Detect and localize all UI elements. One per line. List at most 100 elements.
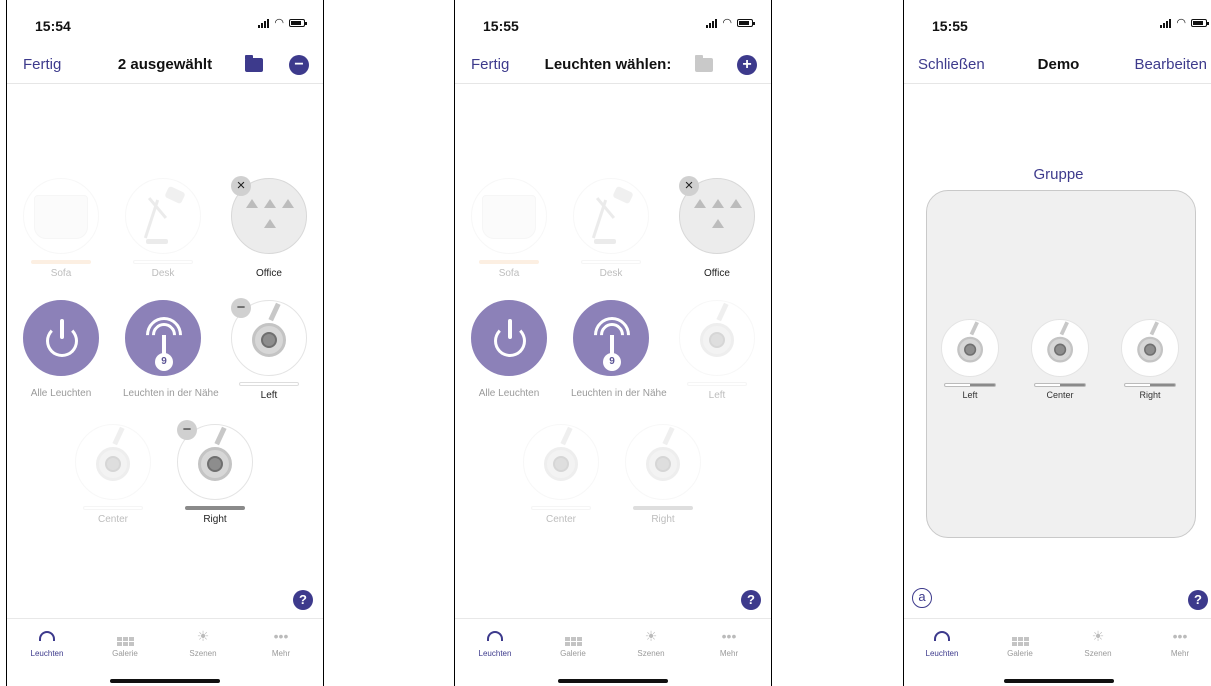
light-tile-right[interactable]: Right [623,424,703,525]
sun-icon: ☀ [1091,628,1105,644]
spotlight-icon [75,424,151,500]
tile-nearby-lights[interactable]: 9 Leuchten in der Nähe [571,300,667,399]
light-label: Left [962,390,978,400]
brightness-bar [687,382,747,386]
page-title: Leuchten wählen: [544,56,672,73]
minus-icon[interactable]: − [177,420,197,440]
light-tile-center[interactable]: Center [73,424,153,525]
light-label: Office [256,268,282,279]
grid-icon [1011,637,1029,646]
light-tile-right[interactable]: − Right [175,420,255,525]
light-tile-office[interactable]: × Office [677,176,757,279]
close-icon[interactable]: × [679,176,699,196]
tab-szenen[interactable]: ☀ Szenen [173,627,233,658]
tab-label: Leuchten [478,649,512,658]
page-title: 2 ausgewählt [117,56,213,73]
edit-button[interactable]: Bearbeiten [1134,56,1207,73]
group-light-right[interactable]: Right [1119,319,1181,400]
tab-szenen[interactable]: ☀ Szenen [621,627,681,658]
light-tile-desk[interactable]: Desk [571,178,651,279]
screen-choose-lights: 15:55 ◠ Fertig Leuchten wählen: + Sofa D… [454,0,772,686]
tab-leuchten[interactable]: Leuchten [17,627,77,658]
battery-icon [737,19,755,27]
folder-icon[interactable] [695,55,713,72]
light-tile-desk[interactable]: Desk [123,178,203,279]
home-indicator [1003,679,1114,683]
status-time: 15:55 [932,18,968,34]
tab-bar: Leuchten Galerie ☀ Szenen ••• Mehr [7,618,323,686]
brightness-bar [83,506,143,510]
folder-icon[interactable] [245,55,263,72]
tab-label: Galerie [560,649,586,658]
screen-group-demo: 15:55 ◠ Schließen Demo Bearbeiten Gruppe… [903,0,1211,686]
light-label: Center [97,514,128,525]
tab-mehr[interactable]: ••• Mehr [1150,627,1210,658]
signal-icon [258,18,270,28]
light-tile-office[interactable]: × Office [229,176,309,279]
tab-label: Leuchten [925,649,959,658]
light-label: Right [651,514,675,525]
tab-szenen[interactable]: ☀ Szenen [1068,627,1128,658]
tab-galerie[interactable]: Galerie [543,627,603,658]
tab-label: Szenen [1084,649,1112,658]
light-label: Desk [151,268,175,279]
tile-all-lights[interactable]: Alle Leuchten [21,300,101,399]
light-label: Desk [599,268,623,279]
tab-leuchten[interactable]: Leuchten [465,627,525,658]
spotlight-icon [1031,319,1089,377]
light-tile-left[interactable]: − Left [229,298,309,401]
tile-label: Alle Leuchten [30,388,92,399]
tab-label: Mehr [719,649,739,658]
tab-label: Mehr [271,649,291,658]
power-icon [23,300,99,376]
close-icon[interactable]: × [231,176,251,196]
tab-label: Szenen [637,649,665,658]
battery-icon [289,19,307,27]
tab-mehr[interactable]: ••• Mehr [251,627,311,658]
tab-label: Leuchten [30,649,64,658]
add-button[interactable]: + [737,55,757,75]
brightness-bar [479,260,539,264]
tile-label: Leuchten in der Nähe [571,388,667,399]
light-tile-left[interactable]: Left [677,300,757,401]
desk-lamp-icon [573,178,649,254]
group-light-center[interactable]: Center [1029,319,1091,400]
battery-icon [1191,19,1209,27]
tile-nearby-lights[interactable]: 9 Leuchten in der Nähe [123,300,219,399]
minus-icon[interactable]: − [231,298,251,318]
help-button[interactable]: ? [1188,590,1208,610]
home-indicator [558,679,668,683]
brightness-bar [185,506,245,510]
tab-label: Galerie [1007,649,1033,658]
signal-icon [706,18,718,28]
brightness-bar [1034,383,1086,387]
system-icons: ◠ [1160,18,1209,29]
tab-galerie[interactable]: Galerie [95,627,155,658]
remove-button[interactable]: − [289,55,309,75]
light-tile-center[interactable]: Center [521,424,601,525]
help-button[interactable]: ? [741,590,761,610]
help-button[interactable]: ? [293,590,313,610]
desk-lamp-icon [125,178,201,254]
nav-bar: Fertig 2 ausgewählt − [7,44,323,84]
light-tile-sofa[interactable]: Sofa [21,178,101,279]
group-light-left[interactable]: Left [939,319,1001,400]
status-time: 15:54 [35,18,71,34]
tab-mehr[interactable]: ••• Mehr [699,627,759,658]
light-label: Left [708,390,726,401]
light-label: Center [1046,390,1074,400]
tab-galerie[interactable]: Galerie [990,627,1050,658]
at-icon[interactable]: a [912,588,932,608]
tile-label: Alle Leuchten [478,388,540,399]
brightness-bar [581,260,641,264]
group-title: Gruppe [1033,166,1084,183]
tab-leuchten[interactable]: Leuchten [912,627,972,658]
tab-label: Szenen [189,649,217,658]
brightness-bar [239,382,299,386]
light-label: Right [203,514,227,525]
tile-all-lights[interactable]: Alle Leuchten [469,300,549,399]
light-tile-sofa[interactable]: Sofa [469,178,549,279]
nav-bar: Fertig Leuchten wählen: + [455,44,771,84]
tab-label: Galerie [112,649,138,658]
tab-bar: Leuchten Galerie ☀ Szenen ••• Mehr [455,618,771,686]
